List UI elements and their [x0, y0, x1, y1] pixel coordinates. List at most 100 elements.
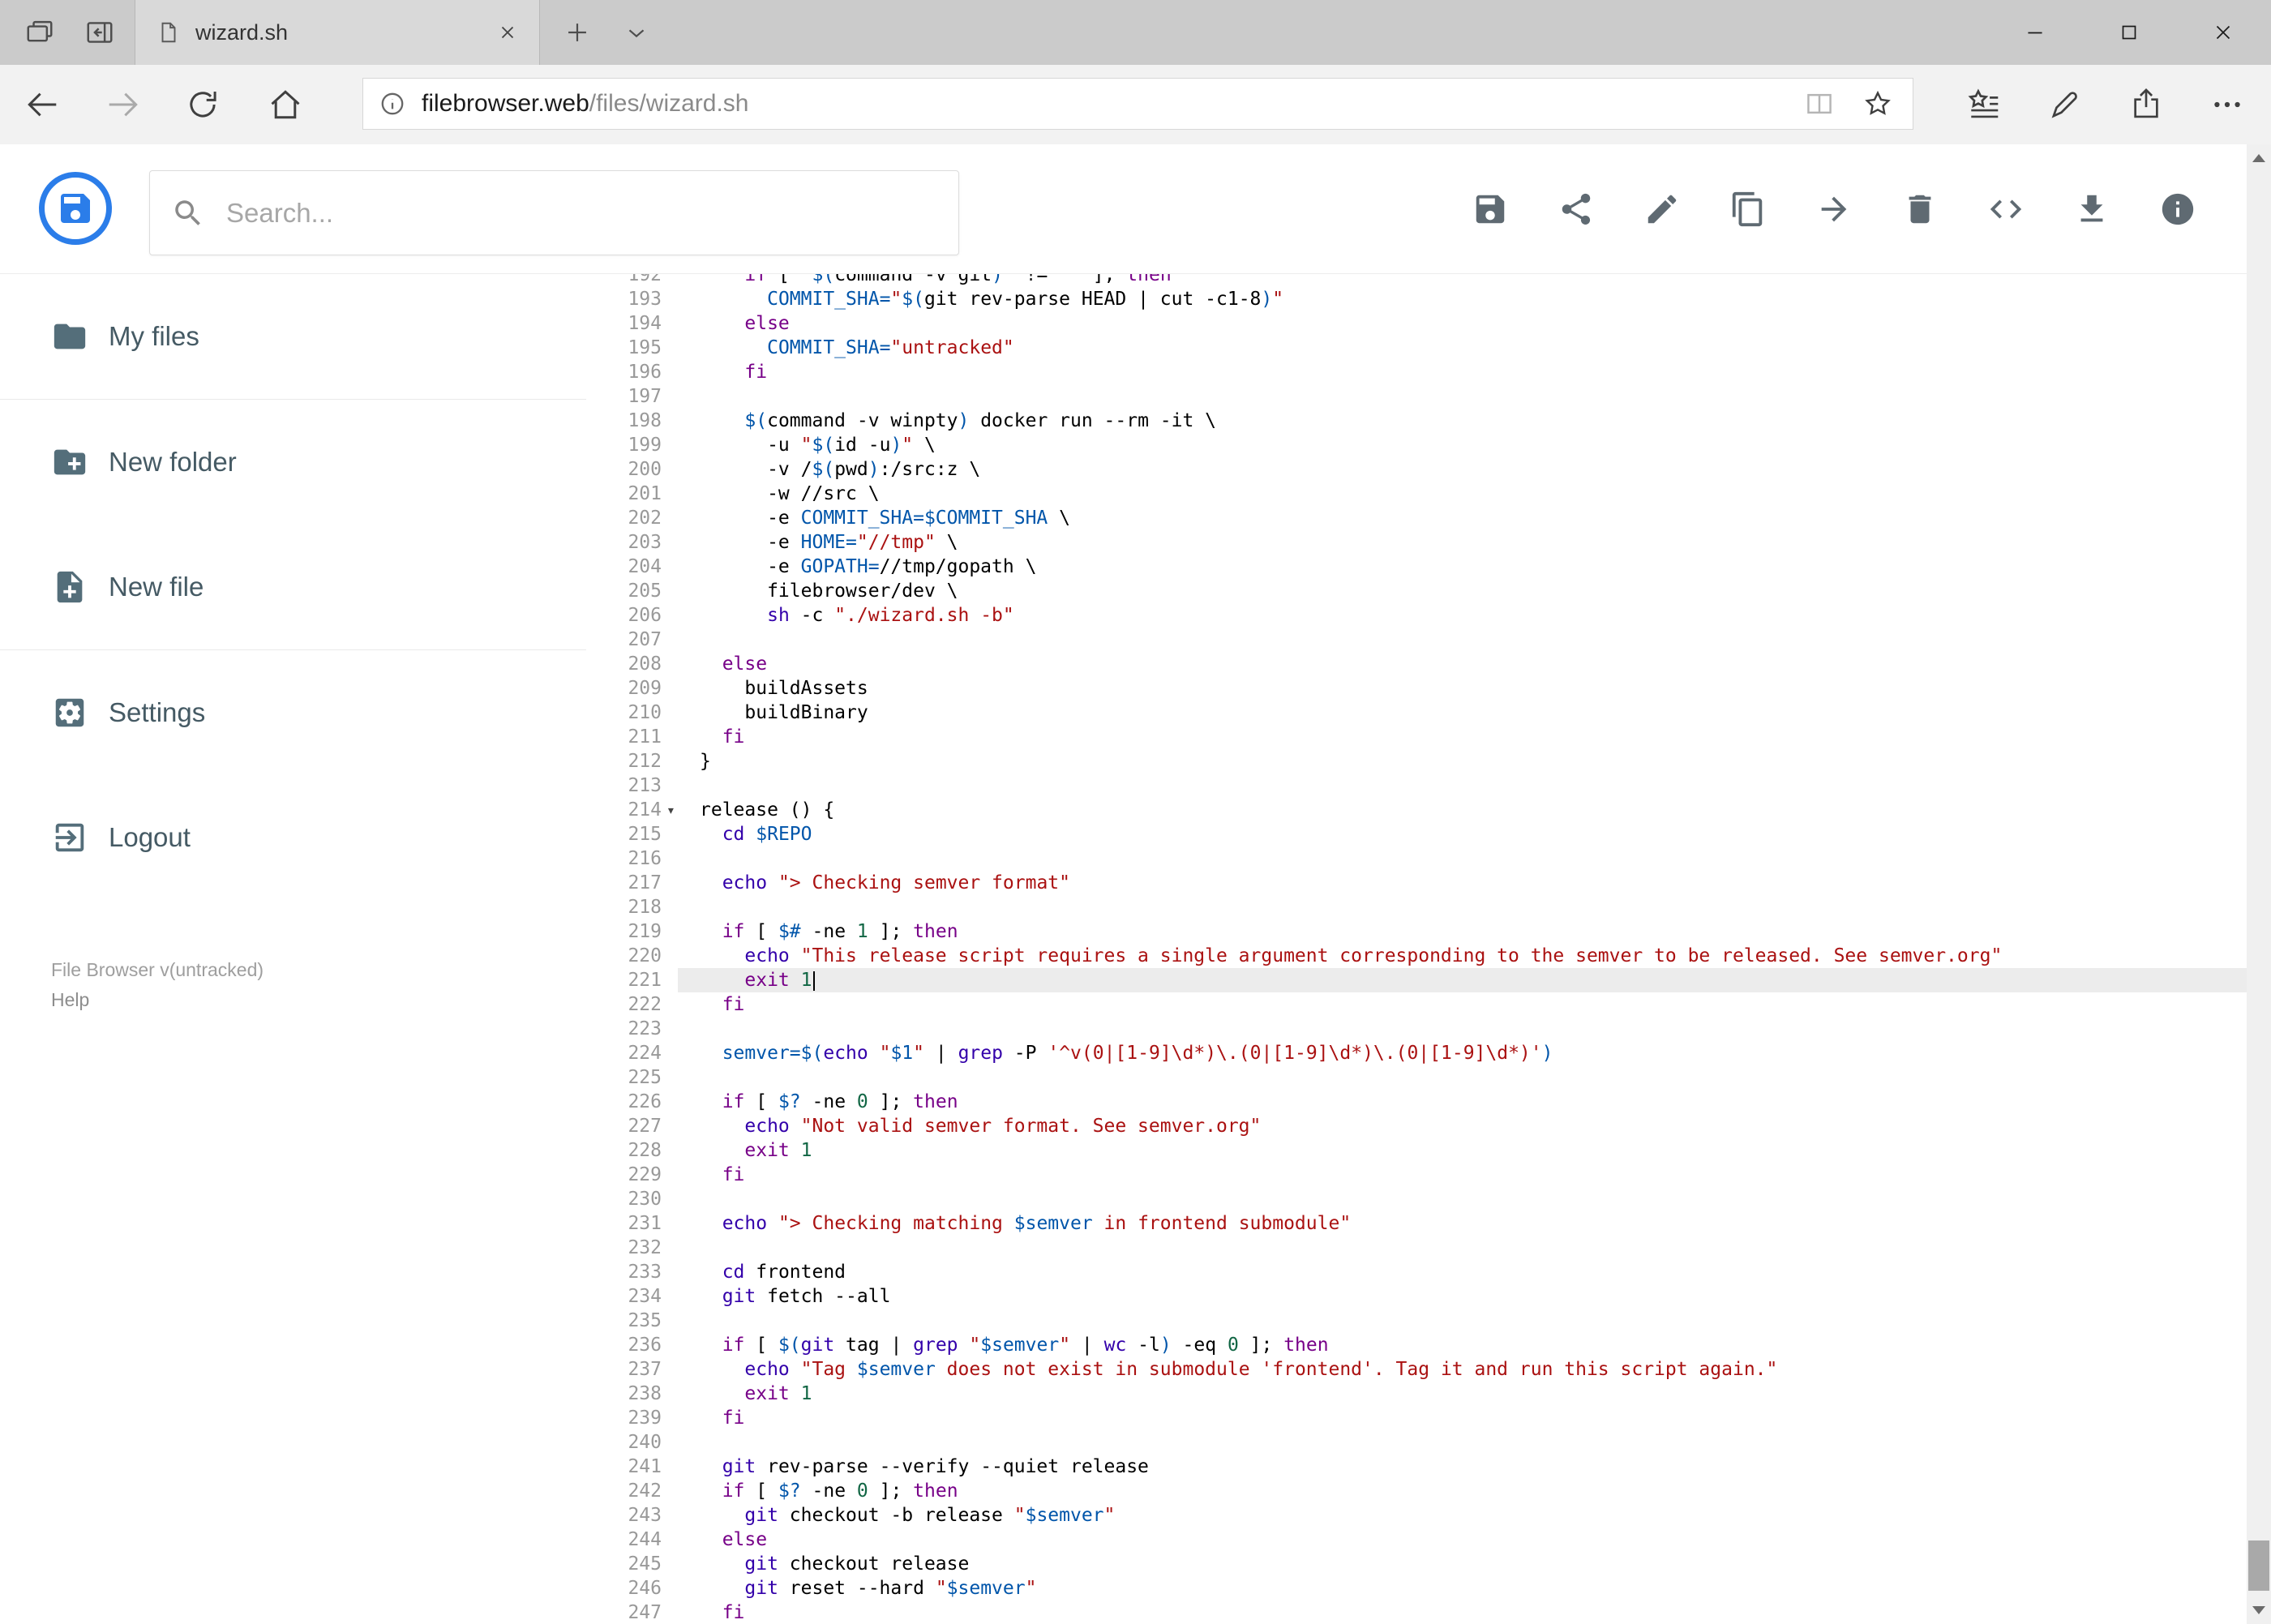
code-line[interactable]: 220 echo "This release script requires a… [586, 944, 2247, 968]
forward-button[interactable] [105, 87, 141, 122]
code-line[interactable]: 222 fi [586, 992, 2247, 1017]
code-line[interactable]: 215 cd $REPO [586, 822, 2247, 846]
code-line[interactable]: 236 if [ $(git tag | grep "$semver" | wc… [586, 1333, 2247, 1357]
code-line[interactable]: 205 filebrowser/dev \ [586, 579, 2247, 603]
new-tab-button[interactable] [559, 15, 595, 50]
raw-code-button[interactable] [1987, 191, 2025, 228]
code-line[interactable]: 227 echo "Not valid semver format. See s… [586, 1114, 2247, 1138]
sidebar-item-my-files[interactable]: My files [0, 274, 586, 399]
code-line[interactable]: 202 -e COMMIT_SHA=$COMMIT_SHA \ [586, 506, 2247, 530]
code-line[interactable]: 209 buildAssets [586, 676, 2247, 701]
sidebar-item-new-file[interactable]: New file [0, 525, 586, 649]
code-line[interactable]: 196 fi [586, 360, 2247, 384]
sidebar-item-new-folder[interactable]: New folder [0, 400, 586, 525]
save-button[interactable] [1472, 191, 1509, 228]
code-line[interactable]: 198 $(command -v winpty) docker run --rm… [586, 409, 2247, 433]
code-line[interactable]: 242 if [ $? -ne 0 ]; then [586, 1479, 2247, 1503]
code-line[interactable]: 223 [586, 1017, 2247, 1041]
code-line[interactable]: 218 [586, 895, 2247, 919]
code-line[interactable]: 231 echo "> Checking matching $semver in… [586, 1211, 2247, 1236]
settings-more-icon[interactable] [2209, 87, 2245, 122]
code-line[interactable]: 208 else [586, 652, 2247, 676]
window-maximize-button[interactable] [2095, 0, 2163, 65]
code-line[interactable]: 195 COMMIT_SHA="untracked" [586, 336, 2247, 360]
scrollbar-up-arrow[interactable] [2247, 144, 2271, 172]
code-line[interactable]: 235 [586, 1309, 2247, 1333]
code-line[interactable]: 245 git checkout release [586, 1552, 2247, 1576]
code-line[interactable]: 192 if [ "$(command -v git)" != "" ]; th… [586, 274, 2247, 287]
code-line[interactable]: 217 echo "> Checking semver format" [586, 871, 2247, 895]
code-line[interactable]: 203 -e HOME="//tmp" \ [586, 530, 2247, 555]
refresh-button[interactable] [185, 87, 221, 122]
code-line[interactable]: 243 git checkout -b release "$semver" [586, 1503, 2247, 1528]
code-line[interactable]: 210 buildBinary [586, 701, 2247, 725]
code-line[interactable]: 224 semver=$(echo "$1" | grep -P '^v(0|[… [586, 1041, 2247, 1065]
code-line[interactable]: 221 exit 1 [586, 968, 2247, 992]
code-line[interactable]: 219 if [ $# -ne 1 ]; then [586, 919, 2247, 944]
code-line[interactable]: 229 fi [586, 1163, 2247, 1187]
code-line[interactable]: 211 fi [586, 725, 2247, 749]
sidebar-item-logout[interactable]: Logout [0, 775, 586, 900]
code-line[interactable]: 226 if [ $? -ne 0 ]; then [586, 1090, 2247, 1114]
code-line[interactable]: 247 fi [586, 1600, 2247, 1624]
code-editor[interactable]: 192 if [ "$(command -v git)" != "" ]; th… [586, 274, 2247, 1624]
tab-list-chevron-icon[interactable] [623, 19, 653, 47]
copy-button[interactable] [1729, 191, 1767, 228]
move-button[interactable] [1815, 191, 1853, 228]
tab-close-icon[interactable] [497, 22, 518, 43]
code-line[interactable]: 225 [586, 1065, 2247, 1090]
code-line[interactable]: 241 git rev-parse --verify --quiet relea… [586, 1455, 2247, 1479]
code-line[interactable]: 234 git fetch --all [586, 1284, 2247, 1309]
code-line[interactable]: 239 fi [586, 1406, 2247, 1430]
web-notes-pen-icon[interactable] [2047, 87, 2083, 122]
code-line[interactable]: 238 exit 1 [586, 1382, 2247, 1406]
code-line[interactable]: 194 else [586, 311, 2247, 336]
code-line[interactable]: 237 echo "Tag $semver does not exist in … [586, 1357, 2247, 1382]
scrollbar-down-arrow[interactable] [2247, 1596, 2271, 1624]
code-line[interactable]: 244 else [586, 1528, 2247, 1552]
code-line[interactable]: 199 -u "$(id -u)" \ [586, 433, 2247, 457]
rename-button[interactable] [1643, 191, 1681, 228]
code-line[interactable]: 201 -w //src \ [586, 482, 2247, 506]
code-line[interactable]: 197 [586, 384, 2247, 409]
window-minimize-button[interactable] [2001, 0, 2069, 65]
reading-view-icon[interactable] [1804, 88, 1835, 119]
code-line[interactable]: 233 cd frontend [586, 1260, 2247, 1284]
code-line[interactable]: 193 COMMIT_SHA="$(git rev-parse HEAD | c… [586, 287, 2247, 311]
code-line[interactable]: 206 sh -c "./wizard.sh -b" [586, 603, 2247, 628]
set-tabs-aside-icon[interactable] [24, 17, 55, 48]
code-line[interactable]: 200 -v /$(pwd):/src:z \ [586, 457, 2247, 482]
code-line[interactable]: 246 git reset --hard "$semver" [586, 1576, 2247, 1600]
code-line[interactable]: 240 [586, 1430, 2247, 1455]
code-line[interactable]: 216 [586, 846, 2247, 871]
window-close-button[interactable] [2189, 0, 2257, 65]
code-line[interactable]: 213 [586, 773, 2247, 798]
info-button[interactable] [2159, 191, 2196, 228]
tab-preview-icon[interactable] [84, 17, 115, 48]
code-line[interactable]: 214 ▾ release () { [586, 798, 2247, 822]
filebrowser-logo[interactable] [39, 172, 112, 245]
page-scrollbar[interactable] [2247, 144, 2271, 1624]
code-line[interactable]: 204 -e GOPATH=//tmp/gopath \ [586, 555, 2247, 579]
address-bar[interactable]: filebrowser.web/files/wizard.sh [362, 78, 1913, 130]
download-button[interactable] [2073, 191, 2110, 228]
code-line[interactable]: 207 [586, 628, 2247, 652]
share-icon[interactable] [2128, 87, 2164, 122]
sidebar-item-settings[interactable]: Settings [0, 650, 586, 775]
fold-marker-icon[interactable]: ▾ [666, 799, 675, 823]
code-line[interactable]: 230 [586, 1187, 2247, 1211]
code-line[interactable]: 212} [586, 749, 2247, 773]
hub-favorites-icon[interactable] [1966, 87, 2002, 122]
scrollbar-thumb[interactable] [2248, 1540, 2269, 1591]
home-button[interactable] [268, 87, 303, 122]
search-input[interactable] [225, 196, 937, 229]
add-favorite-star-icon[interactable] [1862, 88, 1893, 119]
help-link[interactable]: Help [51, 985, 264, 1015]
share-button[interactable] [1558, 191, 1595, 228]
site-info-icon[interactable] [378, 89, 407, 118]
back-button[interactable] [24, 87, 60, 122]
delete-button[interactable] [1901, 191, 1939, 228]
code-line[interactable]: 232 [586, 1236, 2247, 1260]
browser-tab[interactable]: wizard.sh [135, 0, 540, 65]
code-line[interactable]: 228 exit 1 [586, 1138, 2247, 1163]
